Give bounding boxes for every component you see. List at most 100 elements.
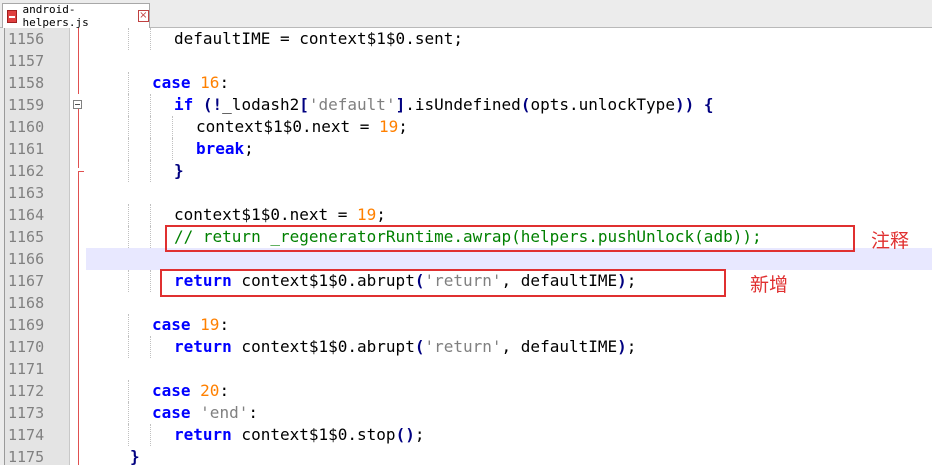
code-line[interactable]: 1172 case 20:	[0, 380, 932, 402]
fold-collapse-icon[interactable]	[73, 100, 82, 109]
code-text: return context$1$0.stop();	[174, 424, 424, 446]
line-number: 1169	[8, 316, 45, 334]
code-token: context$1$0.abrupt	[231, 337, 415, 356]
code-text: case 20:	[152, 380, 229, 402]
indent-guide	[128, 226, 129, 248]
code-token: , defaultIME	[501, 337, 618, 356]
fold-line	[78, 171, 79, 465]
code-line[interactable]: 1158 case 16:	[0, 72, 932, 94]
code-editor[interactable]: 1156 defaultIME = context$1$0.sent; 1157 11…	[0, 28, 932, 466]
code-line[interactable]: 1160 context$1$0.next = 19;	[0, 116, 932, 138]
indent-guide	[150, 226, 151, 248]
line-number: 1164	[8, 206, 45, 224]
code-token: 'return'	[424, 337, 502, 356]
code-token: 19	[379, 117, 399, 136]
comment-annotation-box	[165, 225, 855, 252]
code-token: ()	[395, 425, 415, 444]
indent-guide	[128, 336, 129, 358]
line-number: 1172	[8, 382, 45, 400]
code-token: return	[174, 425, 232, 444]
indent-guide	[128, 72, 129, 94]
indent-guide	[150, 138, 151, 160]
line-number: 1170	[8, 338, 45, 356]
line-number: 1158	[8, 74, 45, 92]
code-line[interactable]: 1169 case 19:	[0, 314, 932, 336]
added-annotation-label: 新增	[750, 274, 789, 296]
line-number: 1165	[8, 228, 45, 246]
tab-android-helpers[interactable]: android-helpers.js ×	[2, 3, 150, 29]
indent-guide	[128, 116, 129, 138]
indent-guide	[150, 116, 151, 138]
added-annotation-box	[160, 269, 726, 297]
code-token: 'default'	[308, 95, 396, 114]
indent-guide	[128, 28, 129, 50]
indent-guide	[128, 138, 129, 160]
code-text: return context$1$0.abrupt('return', defa…	[174, 336, 636, 358]
line-number: 1173	[8, 404, 45, 422]
indent-guide	[150, 336, 151, 358]
code-text: context$1$0.next = 19;	[196, 116, 408, 138]
code-token: if	[174, 95, 194, 114]
code-token: opts.unlockType	[530, 95, 675, 114]
code-token: ;	[398, 117, 408, 136]
code-token: ;	[376, 205, 386, 224]
code-text: case 'end':	[152, 402, 258, 424]
close-icon[interactable]: ×	[137, 10, 149, 22]
code-token: 19	[200, 315, 220, 334]
code-line[interactable]: 1170 return context$1$0.abrupt('return', …	[0, 336, 932, 358]
indent-guide	[128, 204, 129, 226]
code-token: context$1$0.stop	[231, 425, 396, 444]
code-line[interactable]: 1159 if (!_lodash2['default'].isUndefined…	[0, 94, 932, 116]
code-token: ;	[626, 337, 637, 356]
indent-guide	[128, 160, 129, 182]
code-line[interactable]: 1163	[0, 182, 932, 204]
indent-guide	[128, 380, 129, 402]
indent-guide	[128, 424, 129, 446]
code-text: break;	[196, 138, 254, 160]
line-number: 1156	[8, 30, 45, 48]
code-token: case	[152, 381, 191, 400]
code-text: defaultIME = context$1$0.sent;	[174, 28, 463, 50]
line-number: 1167	[8, 272, 45, 290]
code-line[interactable]: 1157	[0, 50, 932, 72]
code-token: ]	[395, 95, 406, 114]
code-token: (!	[202, 95, 223, 114]
line-number: 1166	[8, 250, 45, 268]
line-number: 1174	[8, 426, 45, 444]
code-text: context$1$0.next = 19;	[174, 204, 386, 226]
code-token: 19	[357, 205, 377, 224]
indent-guide	[128, 270, 129, 292]
indent-guide	[150, 204, 151, 226]
code-line[interactable]: 1162}	[0, 160, 932, 182]
indent-guide	[150, 424, 151, 446]
indent-guide	[150, 28, 151, 50]
tab-bar: android-helpers.js ×	[0, 0, 932, 29]
code-line[interactable]: 1174 return context$1$0.stop();	[0, 424, 932, 446]
code-token: {	[703, 95, 714, 114]
line-number: 1157	[8, 52, 45, 70]
code-token: case	[152, 403, 191, 422]
code-token: :	[219, 315, 230, 334]
indent-guide	[128, 314, 129, 336]
code-line[interactable]: 1173 case 'end':	[0, 402, 932, 424]
code-token: break	[196, 139, 245, 158]
file-red-icon	[7, 9, 18, 23]
fold-line	[78, 28, 79, 94]
code-token: :	[219, 73, 230, 92]
code-line[interactable]: 1164 context$1$0.next = 19;	[0, 204, 932, 226]
code-line[interactable]: 1161 break;	[0, 138, 932, 160]
code-line[interactable]: 1156 defaultIME = context$1$0.sent;	[0, 28, 932, 50]
code-token: 20	[200, 381, 220, 400]
code-token: defaultIME = context$1$0.sent;	[174, 29, 463, 48]
code-line[interactable]: 1171	[0, 358, 932, 380]
code-token: ))	[674, 95, 695, 114]
line-number: 1161	[8, 140, 45, 158]
code-token: (	[520, 95, 531, 114]
line-number: 1168	[8, 294, 45, 312]
code-token: _lodash2	[222, 95, 300, 114]
